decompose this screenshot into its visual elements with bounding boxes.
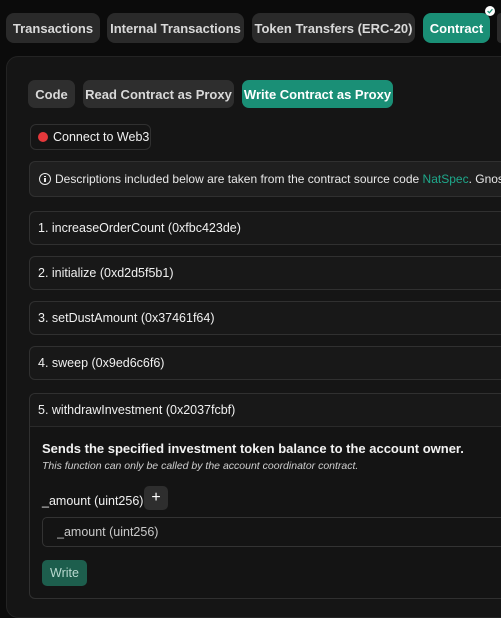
info-icon: [39, 173, 51, 185]
function-withdraw-investment-header[interactable]: 5. withdrawInvestment (0x2037fcbf): [30, 394, 501, 427]
function-label: 2. initialize (0xd2d5f5b1): [38, 266, 174, 280]
amount-input[interactable]: [42, 517, 501, 547]
tab-token-transfers[interactable]: Token Transfers (ERC-20): [252, 13, 415, 43]
function-set-dust-amount[interactable]: 3. setDustAmount (0x37461f64): [29, 301, 501, 335]
connect-web3-button[interactable]: Connect to Web3: [30, 124, 151, 150]
function-label: 3. setDustAmount (0x37461f64): [38, 311, 215, 325]
tab-internal-transactions[interactable]: Internal Transactions: [107, 13, 244, 43]
function-initialize[interactable]: 2. initialize (0xd2d5f5b1): [29, 256, 501, 290]
tab-transactions[interactable]: Transactions: [6, 13, 100, 43]
subtab-read-contract-proxy[interactable]: Read Contract as Proxy: [83, 80, 234, 108]
param-label: _amount (uint256): [42, 494, 144, 508]
function-label: 4. sweep (0x9ed6c6f6): [38, 356, 165, 370]
info-text-tail: . Gnosi: [468, 172, 501, 186]
check-icon: [485, 6, 495, 16]
function-description: Sends the specified investment token bal…: [42, 441, 464, 456]
natspec-link[interactable]: NatSpec: [423, 172, 469, 186]
function-withdraw-investment: 5. withdrawInvestment (0x2037fcbf) Sends…: [29, 393, 501, 599]
function-increase-order-count[interactable]: 1. increaseOrderCount (0xfbc423de): [29, 211, 501, 245]
connect-web3-label: Connect to Web3: [53, 130, 150, 144]
function-label: 5. withdrawInvestment (0x2037fcbf): [38, 403, 236, 417]
tab-contract[interactable]: Contract: [423, 13, 490, 43]
write-button[interactable]: Write: [42, 560, 87, 586]
function-note: This function can only be called by the …: [42, 460, 359, 472]
function-sweep[interactable]: 4. sweep (0x9ed6c6f6): [29, 346, 501, 380]
info-text: Descriptions included below are taken fr…: [55, 172, 420, 186]
subtab-code[interactable]: Code: [28, 80, 75, 108]
function-label: 1. increaseOrderCount (0xfbc423de): [38, 221, 241, 235]
plus-icon[interactable]: +: [144, 486, 168, 510]
tab-bar: Transactions Internal Transactions Token…: [0, 0, 501, 56]
subtab-write-contract-proxy[interactable]: Write Contract as Proxy: [242, 80, 393, 108]
tab-more[interactable]: [497, 13, 501, 43]
connection-status-dot: [38, 132, 48, 142]
natspec-info-bar: Descriptions included below are taken fr…: [29, 161, 501, 197]
